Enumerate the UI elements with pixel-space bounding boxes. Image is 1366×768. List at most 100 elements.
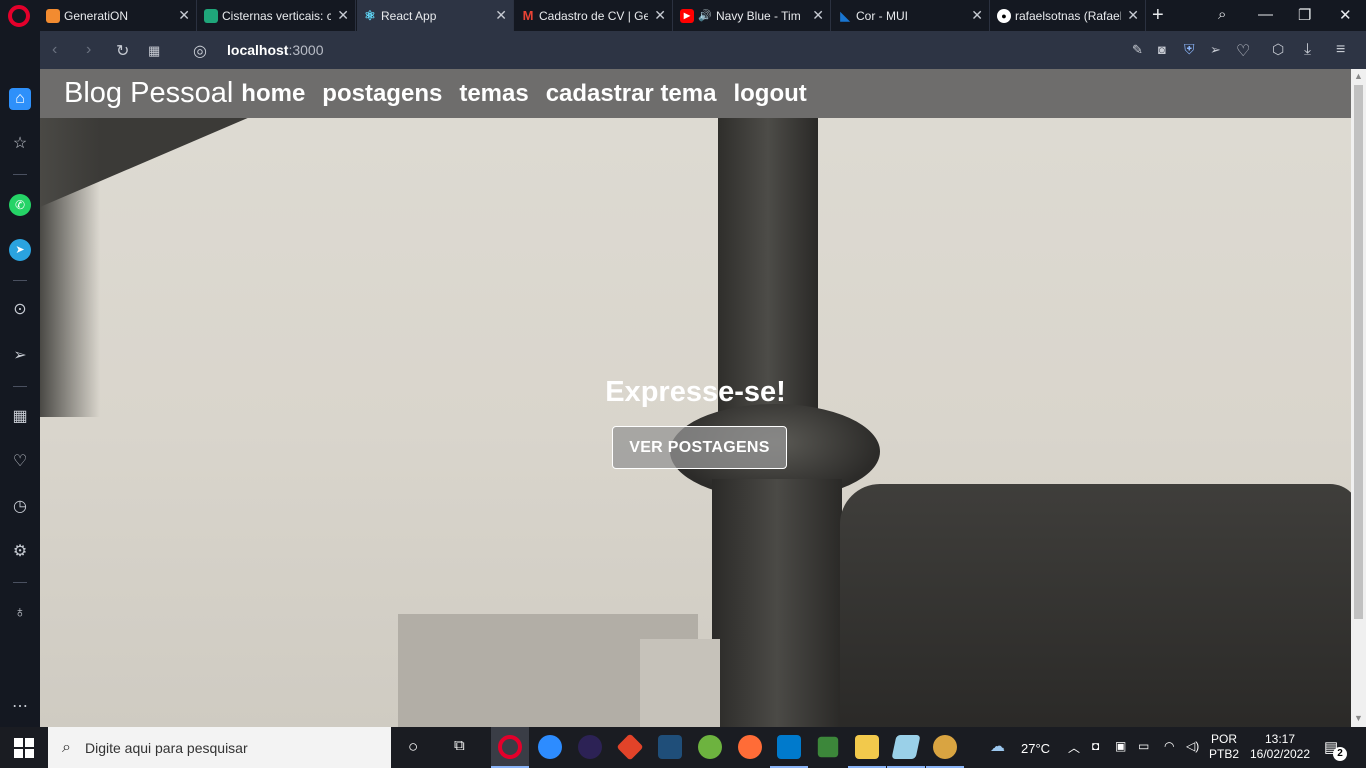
search-placeholder: Digite aqui para pesquisar [84,739,248,756]
site-navbar: Blog Pessoal home postagens temas cadast… [40,69,1351,118]
language-code: POR [1210,732,1237,746]
windows-start-icon[interactable] [14,738,34,758]
tab-cadastro-cv[interactable]: M Cadastro de CV | Ge ✕ [515,0,673,31]
close-tab-icon[interactable]: ✕ [495,7,507,24]
my-flow-icon[interactable]: ➢ [9,345,31,367]
tab-github[interactable]: ● rafaelsotnas (Rafael ✕ [991,0,1146,31]
speed-dial-star-icon[interactable]: ☆ [9,133,31,155]
more-options-icon[interactable]: ⋯ [9,696,31,718]
close-tab-icon[interactable]: ✕ [178,7,190,24]
mysql-workbench-icon[interactable] [658,735,682,759]
send-icon[interactable]: ➢ [1210,42,1221,58]
volume-icon[interactable]: ◁) [1186,739,1199,753]
tab-title: rafaelsotnas (Rafael [1015,8,1122,23]
adblock-shield-icon[interactable]: ⛨ [1184,41,1195,58]
opera-logo-icon[interactable] [8,5,30,27]
weather-cloud-icon[interactable]: ☁ [990,737,1005,755]
restore-icon[interactable]: ❐ [1298,6,1311,24]
git-icon[interactable] [616,733,644,761]
reload-icon[interactable]: ↻ [116,41,129,61]
tips-lightbulb-icon[interactable]: ♁ [9,602,31,624]
sidebar-divider [13,386,27,387]
opera-taskbar-icon[interactable] [498,735,522,759]
tab-cisternas[interactable]: Cisternas verticais: c ✕ [198,0,356,31]
easy-setup-icon[interactable]: ≡ [1336,41,1345,59]
cortana-circle-icon[interactable]: ○ [408,737,418,757]
close-tab-icon[interactable]: ✕ [654,7,666,24]
nav-logout[interactable]: logout [733,80,806,108]
vscode-icon[interactable] [777,735,801,759]
photo-pillar-shaft [712,479,842,727]
eclipse-icon[interactable] [578,735,602,759]
player-icon[interactable]: ⊙ [9,299,31,321]
tray-app-icon[interactable]: ▣ [1115,739,1126,753]
tab-cor-mui[interactable]: ◣ Cor - MUI ✕ [832,0,990,31]
extensions-cube-icon[interactable]: ⬡ [1272,41,1284,58]
close-tab-icon[interactable]: ✕ [812,7,824,24]
back-icon[interactable]: ‹ [52,41,57,59]
photo-pillar [718,117,818,417]
scrollbar-thumb[interactable] [1354,85,1363,619]
url-port: :3000 [288,42,324,58]
tab-navy-blue[interactable]: ▶ 🔊 Navy Blue - Tim ✕ [674,0,831,31]
taskbar: ⌕ Digite aqui para pesquisar ○ ⧉ ☁ 27°C … [0,727,1366,768]
page-scrollbar[interactable]: ▲ ▼ [1351,69,1366,727]
tab-react-app[interactable]: ⚛ React App ✕ [357,0,514,31]
settings-gear-icon[interactable]: ⚙ [9,541,31,563]
scroll-up-icon[interactable]: ▲ [1354,71,1363,81]
zoom-icon[interactable] [538,735,562,759]
url-field[interactable]: localhost:3000 [227,42,324,58]
home-icon[interactable]: ⌂ [9,88,31,110]
wifi-icon[interactable]: ◠ [1164,739,1174,753]
notification-count-badge: 2 [1333,747,1347,761]
download-icon[interactable]: ⤓ [1304,41,1311,59]
react-favicon-icon: ⚛ [364,7,376,23]
clock-time: 13:17 [1264,732,1296,746]
youtube-favicon-icon: ▶ [680,8,694,23]
close-tab-icon[interactable]: ✕ [1127,7,1139,24]
tray-webcam-icon[interactable]: ◘ [1092,739,1099,753]
search-tabs-icon[interactable]: ⌕ [1218,6,1226,23]
search-icon: ⌕ [62,738,71,756]
telegram-icon[interactable]: ➤ [9,239,31,261]
nav-temas[interactable]: temas [459,80,528,108]
url-host: localhost [227,42,289,58]
camera-icon[interactable]: ◙ [1158,42,1166,57]
forward-icon[interactable]: › [86,41,91,59]
minimize-icon[interactable]: — [1258,6,1273,23]
photo-roof-shadow [40,117,100,417]
bookmarks-heart-icon[interactable]: ♡ [9,451,31,473]
close-tab-icon[interactable]: ✕ [337,7,349,24]
weather-temp[interactable]: 27°C [1021,741,1050,756]
tray-chevron-icon[interactable]: ︿ [1068,739,1080,756]
heart-icon[interactable]: ♡ [1236,41,1250,61]
close-tab-icon[interactable]: ✕ [971,7,983,24]
close-window-icon[interactable]: ✕ [1339,6,1352,24]
clock[interactable]: 13:17 16/02/2022 [1246,732,1314,762]
workspaces-icon[interactable]: ▦ [9,406,31,428]
clock-date: 16/02/2022 [1249,747,1311,761]
tabs-grid-icon[interactable]: ▦ [148,43,160,59]
task-view-icon[interactable]: ⧉ [454,737,465,754]
snap-icon[interactable]: ✎ [1132,42,1143,58]
scroll-down-icon[interactable]: ▼ [1354,713,1363,723]
whatsapp-icon[interactable]: ✆ [9,194,31,216]
ver-postagens-button[interactable]: VER POSTAGENS [612,426,787,469]
battery-icon[interactable]: ▭ [1138,739,1149,753]
spring-tools-icon[interactable] [698,735,722,759]
notepad-icon[interactable] [891,735,921,759]
sidebar-divider [13,280,27,281]
taskbar-search[interactable]: ⌕ Digite aqui para pesquisar [48,727,391,768]
history-clock-icon[interactable]: ◷ [9,496,31,518]
nodejs-icon[interactable] [817,736,839,758]
tab-generation[interactable]: GeneratiON ✕ [40,0,197,31]
paint-icon[interactable] [933,735,957,759]
postman-icon[interactable] [738,735,762,759]
file-explorer-icon[interactable] [855,735,879,759]
nav-home[interactable]: home [241,80,305,108]
nav-postagens[interactable]: postagens [322,80,442,108]
nav-cadastrar-tema[interactable]: cadastrar tema [546,80,717,108]
input-language[interactable]: POR PTB2 [1206,732,1242,762]
new-tab-icon[interactable]: + [1152,4,1164,27]
speaker-icon[interactable]: 🔊 [698,9,712,23]
